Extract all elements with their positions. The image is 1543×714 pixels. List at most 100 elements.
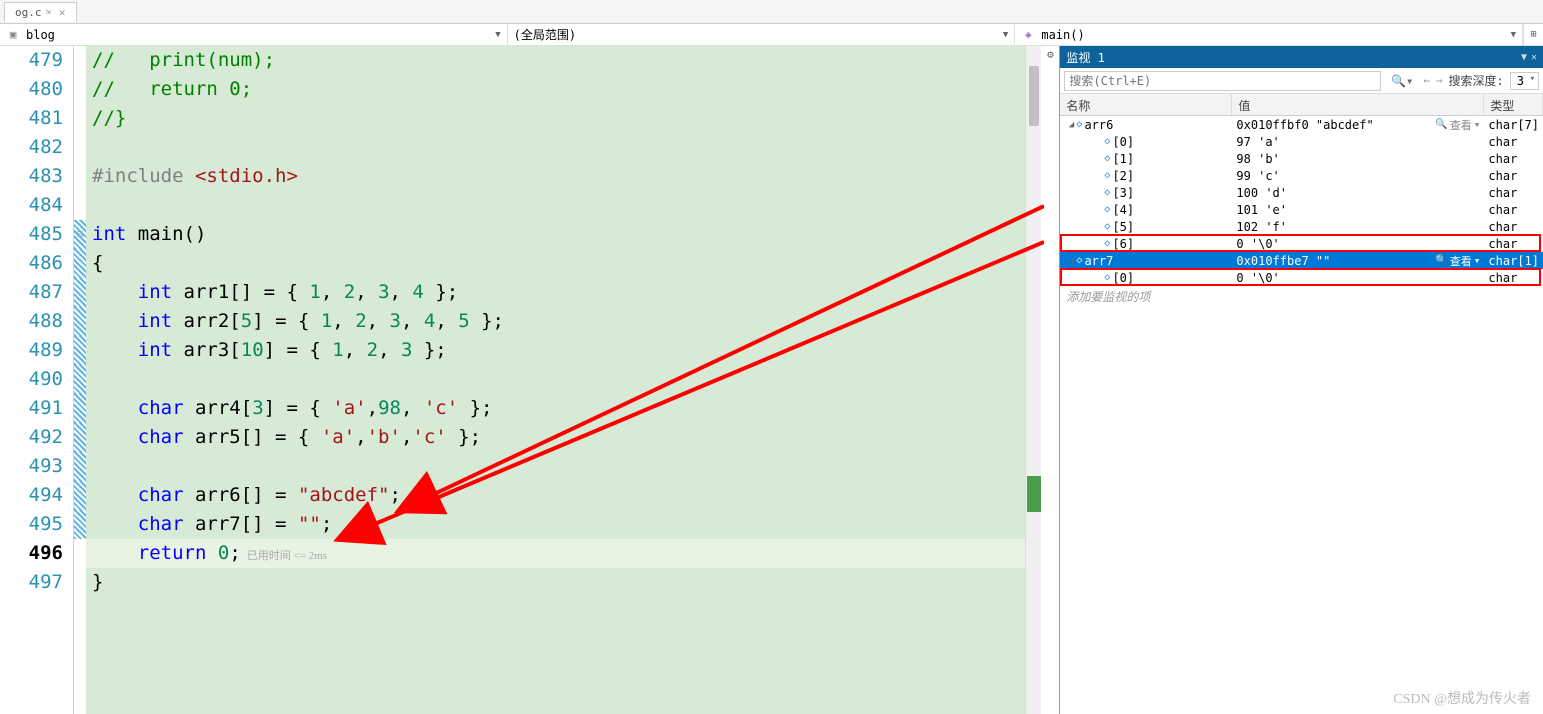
marker [74, 278, 86, 307]
var-value: 0x010ffbe7 "" [1236, 254, 1330, 268]
marker-strip: ⊟ [74, 46, 86, 714]
code-line[interactable]: char arr6[] = "abcdef"; [86, 481, 1025, 510]
scope-function-label: main() [1041, 28, 1084, 42]
pin-icon[interactable]: ⇲ [46, 7, 51, 17]
code-area[interactable]: // print(num);// return 0;//} #include <s… [86, 46, 1025, 714]
marker [74, 307, 86, 336]
code-line[interactable]: char arr4[3] = { 'a',98, 'c' }; [86, 394, 1025, 423]
code-line[interactable]: int main() [86, 220, 1025, 249]
code-line[interactable]: int arr1[] = { 1, 2, 3, 4 }; [86, 278, 1025, 307]
line-number: 480 [0, 75, 63, 104]
var-value: 0 '\0' [1236, 237, 1279, 251]
prev-icon[interactable]: ← [1423, 74, 1430, 87]
var-value: 99 'c' [1236, 169, 1279, 183]
code-line[interactable]: return 0;已用时间 <= 2ms [86, 539, 1025, 568]
line-number: 481 [0, 104, 63, 133]
var-value: 0x010ffbf0 "abcdef" [1236, 118, 1373, 132]
col-name[interactable]: 名称 [1060, 94, 1232, 115]
code-line[interactable] [86, 452, 1025, 481]
marker [74, 336, 86, 365]
add-watch-placeholder[interactable]: 添加要监视的项 [1060, 286, 1543, 307]
code-line[interactable] [86, 365, 1025, 394]
watch-columns: 名称 值 类型 [1060, 94, 1543, 116]
next-icon[interactable]: → [1436, 74, 1443, 87]
watch-row[interactable]: ◇[1]98 'b'char [1060, 150, 1543, 167]
marker [74, 423, 86, 452]
code-line[interactable]: // return 0; [86, 75, 1025, 104]
var-value: 98 'b' [1236, 152, 1279, 166]
code-line[interactable] [86, 133, 1025, 162]
view-button[interactable]: 查看▾ [1435, 253, 1480, 269]
var-type: char [1484, 237, 1543, 251]
watch-row[interactable]: ◇[2]99 'c'char [1060, 167, 1543, 184]
var-name: [2] [1112, 169, 1134, 183]
line-number: 493 [0, 452, 63, 481]
marker [74, 133, 86, 162]
chevron-down-icon: ▼ [1003, 30, 1008, 40]
code-line[interactable]: char arr7[] = ""; [86, 510, 1025, 539]
watch-row[interactable]: ◇arr60x010ffbf0 "abcdef"查看▾char[7] [1060, 116, 1543, 133]
code-line[interactable]: char arr5[] = { 'a','b','c' }; [86, 423, 1025, 452]
expand-icon[interactable] [1066, 256, 1076, 266]
line-number: 483 [0, 162, 63, 191]
watch-row[interactable]: ◇[4]101 'e'char [1060, 201, 1543, 218]
col-value[interactable]: 值 [1232, 94, 1484, 115]
line-number: 489 [0, 336, 63, 365]
watch-titlebar[interactable]: 监视 1 ▼ ✕ [1060, 46, 1543, 68]
depth-select[interactable]: 3 [1510, 72, 1539, 90]
var-value: 0 '\0' [1236, 271, 1279, 285]
expand-icon[interactable] [1066, 120, 1076, 130]
var-name: [0] [1112, 271, 1134, 285]
watch-row[interactable]: ◇[3]100 'd'char [1060, 184, 1543, 201]
dropdown-icon[interactable]: ▼ [1521, 52, 1527, 63]
close-icon[interactable]: ✕ [59, 6, 66, 19]
code-line[interactable]: int arr3[10] = { 1, 2, 3 }; [86, 336, 1025, 365]
search-icon[interactable]: 🔍▾ [1387, 74, 1417, 88]
scroll-thumb[interactable] [1029, 66, 1039, 126]
var-name: [5] [1112, 220, 1134, 234]
var-icon: ◇ [1104, 136, 1110, 147]
scope-global[interactable]: (全局范围) ▼ [508, 24, 1016, 45]
code-line[interactable]: // print(num); [86, 46, 1025, 75]
watch-search-input[interactable] [1064, 71, 1381, 91]
close-icon[interactable]: ✕ [1531, 52, 1537, 63]
watch-row[interactable]: ◇[0]97 'a'char [1060, 133, 1543, 150]
code-editor[interactable]: 4794804814824834844854864874884894904914… [0, 46, 1041, 714]
code-line[interactable]: #include <stdio.h> [86, 162, 1025, 191]
code-line[interactable]: } [86, 568, 1025, 597]
watch-row[interactable]: ◇[5]102 'f'char [1060, 218, 1543, 235]
watch-rows: ◇arr60x010ffbf0 "abcdef"查看▾char[7]◇[0]97… [1060, 116, 1543, 714]
tab-filename: og.c [15, 6, 42, 19]
var-icon: ◇ [1104, 170, 1110, 181]
scope-function[interactable]: ◈ main() ▼ [1015, 24, 1523, 45]
code-line[interactable]: int arr2[5] = { 1, 2, 3, 4, 5 }; [86, 307, 1025, 336]
watch-row[interactable]: ◇[0]0 '\0'char [1060, 269, 1543, 286]
marker [74, 568, 86, 597]
col-type[interactable]: 类型 [1484, 94, 1543, 115]
var-value: 102 'f' [1236, 220, 1287, 234]
scope-project[interactable]: ▣ blog ▼ [0, 24, 508, 45]
editor-options[interactable]: ⚙ [1041, 46, 1059, 714]
var-icon: ◇ [1076, 119, 1082, 130]
var-type: char [1484, 203, 1543, 217]
var-name: arr6 [1084, 118, 1113, 132]
var-type: char [1484, 220, 1543, 234]
watch-panel: 监视 1 ▼ ✕ 🔍▾ ← → 搜索深度: 3 名称 值 类型 ◇arr60x0… [1059, 46, 1543, 714]
var-icon: ◇ [1076, 255, 1082, 266]
watch-row[interactable]: ◇[6]0 '\0'char [1060, 235, 1543, 252]
function-icon: ◈ [1021, 28, 1035, 42]
marker [74, 249, 86, 278]
split-button[interactable]: ⊞ [1523, 24, 1543, 45]
marker: ⊟ [74, 220, 86, 249]
line-number: 488 [0, 307, 63, 336]
var-icon: ◇ [1104, 238, 1110, 249]
code-line[interactable] [86, 191, 1025, 220]
watch-row[interactable]: ◇arr70x010ffbe7 ""查看▾char[1] [1060, 252, 1543, 269]
marker [74, 481, 86, 510]
watch-search-bar: 🔍▾ ← → 搜索深度: 3 [1060, 68, 1543, 94]
file-tab[interactable]: og.c ⇲ ✕ [4, 2, 77, 22]
code-line[interactable]: //} [86, 104, 1025, 133]
vertical-scrollbar[interactable] [1025, 46, 1041, 714]
code-line[interactable]: { [86, 249, 1025, 278]
view-button[interactable]: 查看▾ [1435, 117, 1480, 133]
